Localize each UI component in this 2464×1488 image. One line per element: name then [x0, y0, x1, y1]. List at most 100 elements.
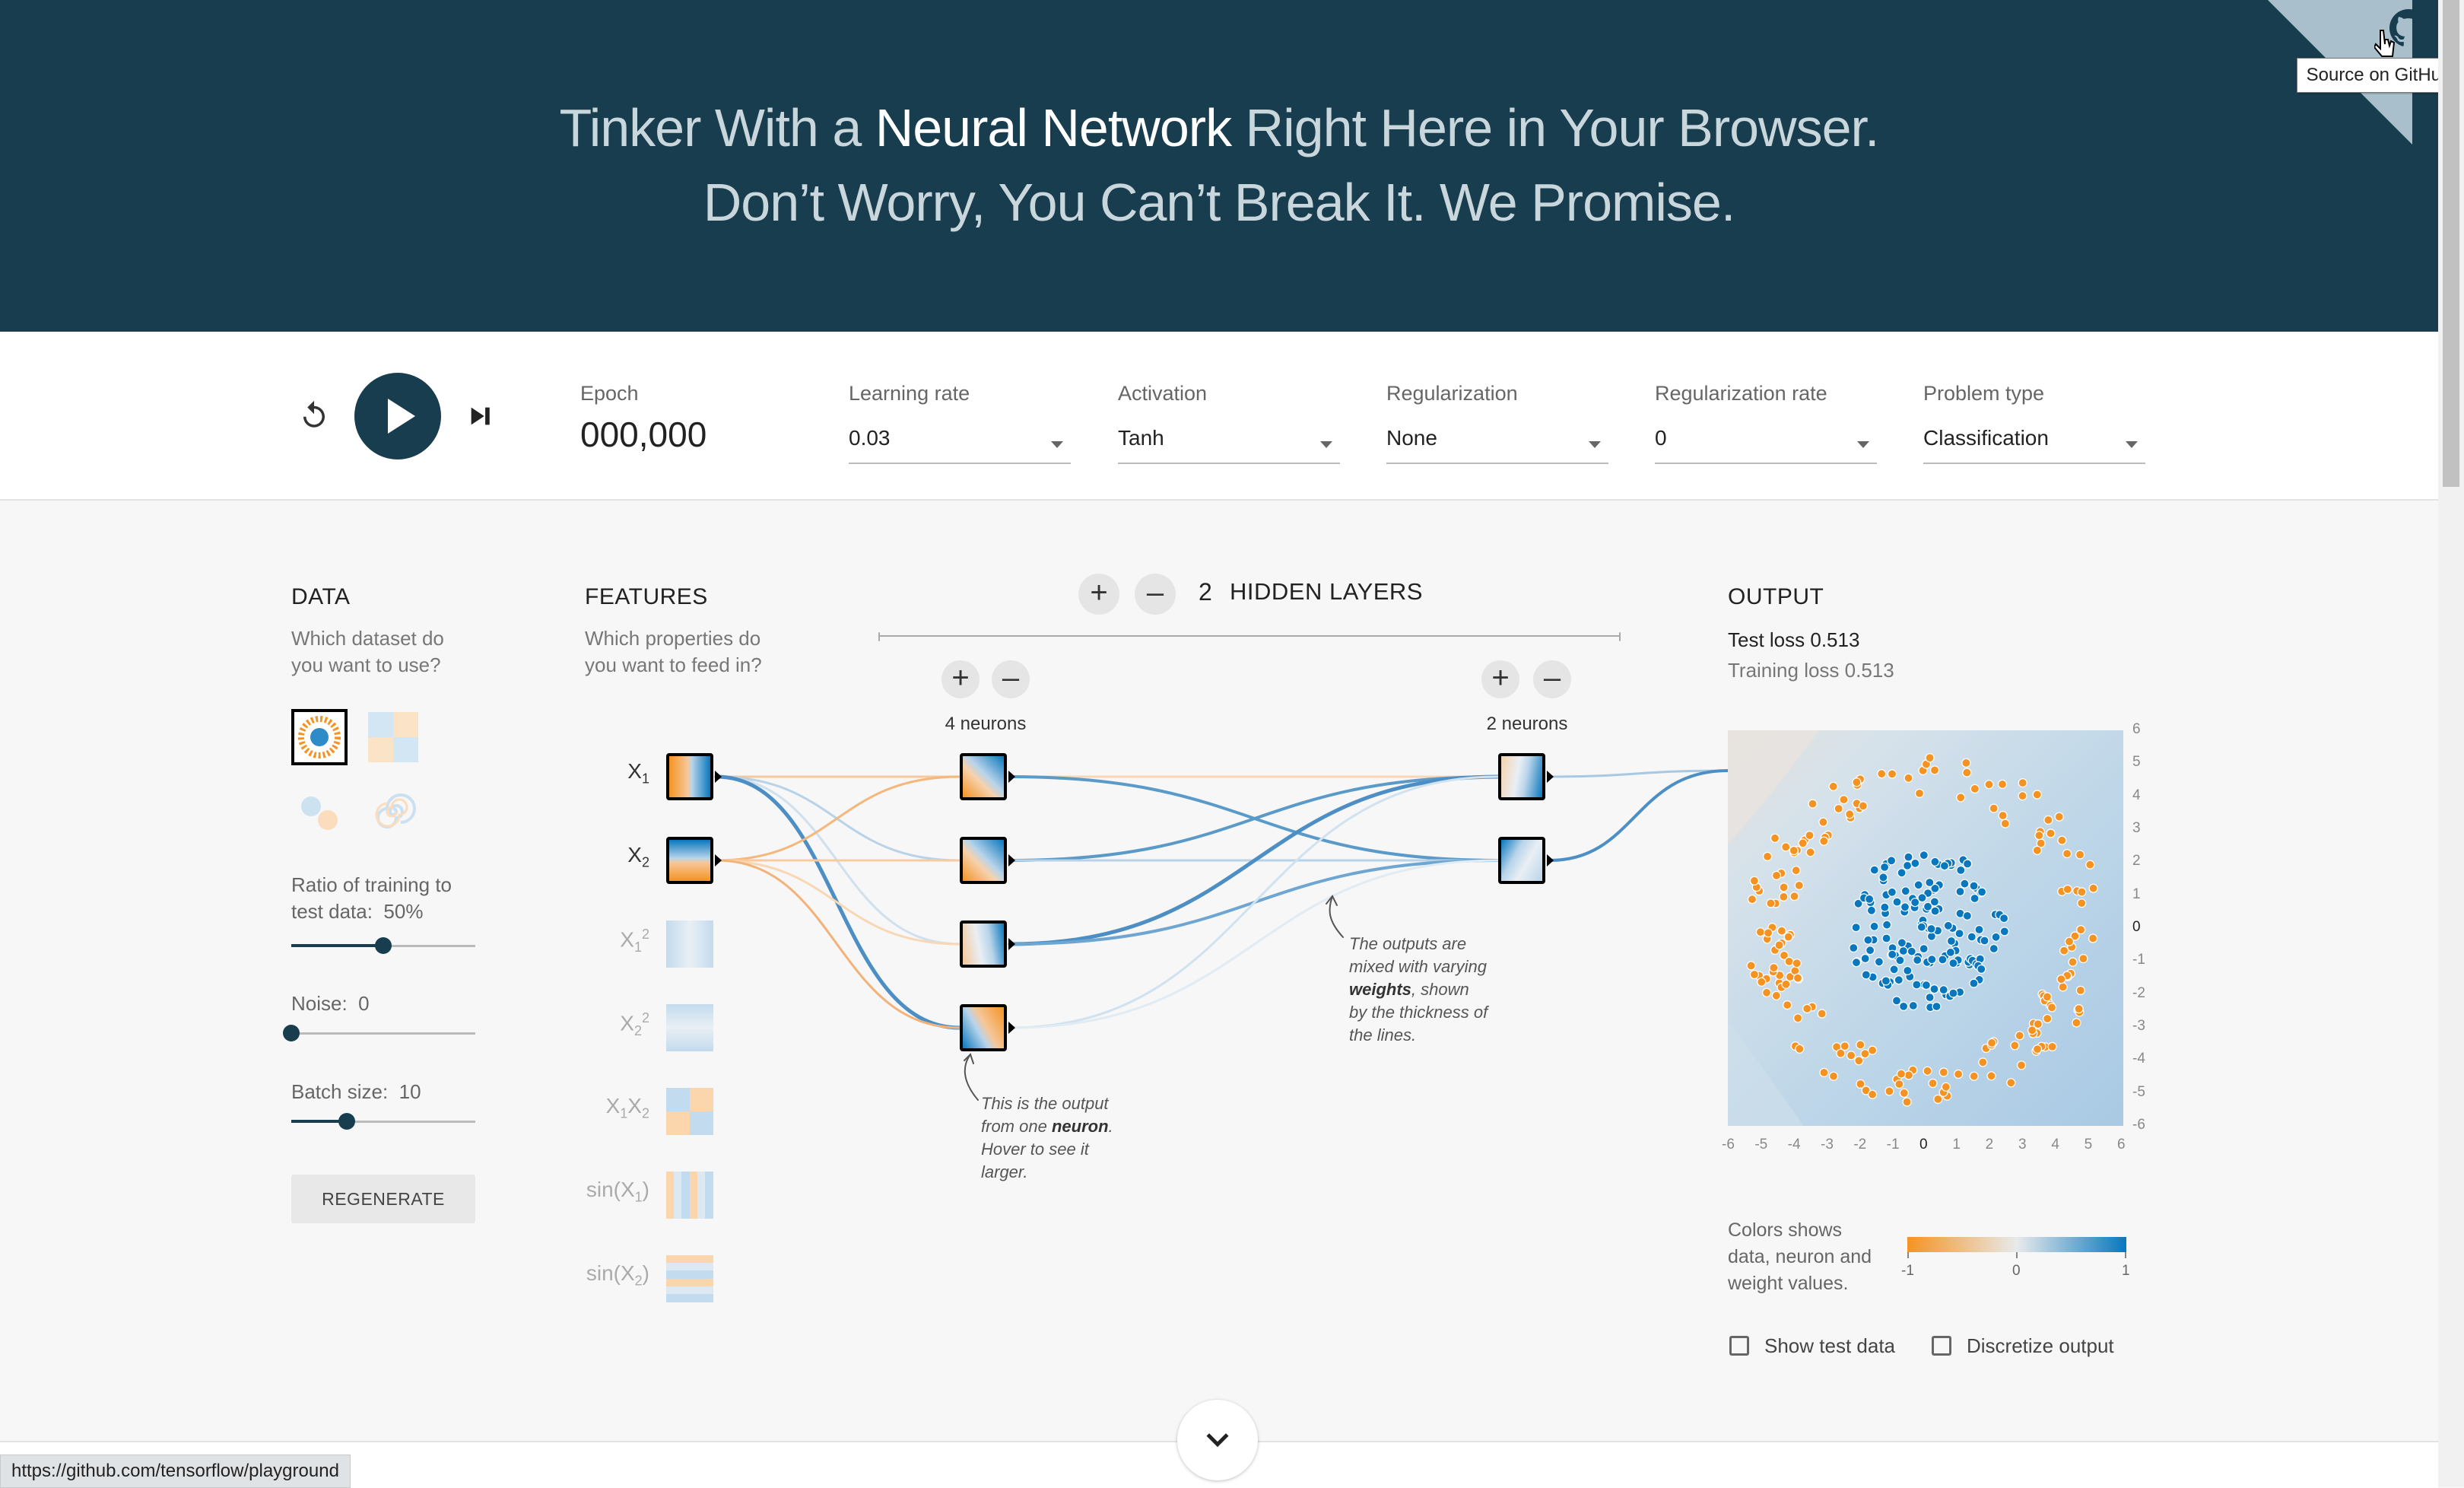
data-point	[1792, 959, 1802, 968]
y-axis-tick: 0	[2132, 919, 2141, 935]
data-point	[1925, 877, 1935, 888]
data-point	[2046, 1003, 2057, 1013]
data-point	[1828, 1071, 1839, 1081]
data-point	[1914, 788, 1925, 799]
layer2-neuron-1[interactable]	[1498, 753, 1545, 800]
feature-x1-node[interactable]	[666, 753, 713, 800]
data-point	[1795, 1044, 1805, 1054]
data-point	[1980, 936, 1989, 946]
feature-sin-x2-node[interactable]	[666, 1255, 713, 1302]
x-axis-tick: 0	[1919, 1137, 1928, 1153]
data-point	[1861, 970, 1871, 980]
feature-x2-squared-node[interactable]	[666, 1004, 713, 1051]
data-point	[1916, 922, 1926, 932]
legend-tick-mark	[2125, 1252, 2126, 1258]
data-point	[2033, 1019, 2043, 1029]
data-point	[1977, 964, 1986, 974]
data-point	[1999, 927, 2009, 936]
data-point	[1858, 801, 1868, 811]
data-point	[2042, 992, 2053, 1002]
data-point	[1961, 758, 1971, 768]
data-point	[1954, 1069, 1964, 1079]
show-test-data-checkbox[interactable]	[1729, 1336, 1749, 1356]
data-point	[2057, 835, 2067, 845]
discretize-output-checkbox[interactable]	[1932, 1336, 1951, 1356]
data-point	[1919, 944, 1929, 954]
y-axis-tick: 4	[2132, 787, 2141, 803]
data-point	[1781, 979, 1791, 989]
data-point	[1849, 943, 1859, 953]
data-point	[1840, 1041, 1850, 1051]
layer1-neuron-4[interactable]	[960, 1004, 1007, 1051]
data-point	[1962, 911, 1972, 920]
data-point	[1779, 882, 1789, 892]
feature-x1-squared-node[interactable]	[666, 920, 713, 968]
data-point	[1989, 943, 1999, 954]
feature-x1x2-node[interactable]	[666, 1088, 713, 1135]
scrollbar-thumb[interactable]	[2443, 0, 2459, 487]
data-point	[1932, 1001, 1942, 1012]
output-decision-plot[interactable]	[1728, 730, 2123, 1126]
data-point	[1900, 886, 1910, 896]
data-point	[1792, 973, 1803, 983]
data-point	[1986, 1071, 1996, 1081]
data-point	[1941, 1082, 1951, 1092]
layer2-neuron-2[interactable]	[1498, 837, 1545, 884]
data-point	[1887, 887, 1897, 897]
layer2-add-neuron-button[interactable]: +	[1481, 660, 1519, 698]
data-point	[1868, 1089, 1878, 1099]
y-axis-tick: 5	[2132, 754, 2141, 771]
data-point	[2006, 1078, 2016, 1088]
remove-layer-button[interactable]: –	[1135, 574, 1176, 615]
data-point	[1869, 865, 1879, 875]
data-point	[1891, 996, 1902, 1006]
layer2-remove-neuron-button[interactable]: –	[1533, 660, 1571, 698]
data-point	[1987, 1038, 1997, 1048]
color-legend-text: Colors shows data, neuron and weight value…	[1728, 1219, 1872, 1294]
data-point	[1881, 933, 1891, 943]
x-axis-tick: -5	[1754, 1137, 1768, 1153]
x-axis-tick: -3	[1821, 1137, 1834, 1153]
layer1-add-neuron-button[interactable]: +	[941, 660, 980, 698]
feature-sin-x1-node[interactable]	[666, 1172, 713, 1219]
layer1-neuron-4-arrow	[1008, 1022, 1015, 1034]
layer1-neuron-1[interactable]	[960, 753, 1007, 800]
data-point	[2043, 1013, 2053, 1024]
discretize-output-label[interactable]: Discretize output	[1967, 1334, 2114, 1358]
data-point	[1863, 935, 1873, 945]
data-point	[1955, 886, 1965, 897]
data-point	[1771, 870, 1782, 880]
data-point	[1970, 784, 1980, 794]
layer1-neuron-3[interactable]	[960, 920, 1007, 968]
data-point	[1938, 985, 1948, 995]
data-point	[1798, 838, 1808, 848]
browser-status-url: https://github.com/tensorflow/playground	[0, 1455, 351, 1488]
data-point	[2018, 777, 2027, 788]
data-point	[1894, 975, 1904, 985]
show-test-data-label[interactable]: Show test data	[1764, 1334, 1895, 1358]
data-point	[1997, 779, 2008, 790]
add-layer-button[interactable]: +	[1078, 574, 1119, 615]
weights-annotation: The outputs are mixed with varying weights…	[1349, 934, 1488, 1044]
scroll-down-button[interactable]	[1177, 1400, 1258, 1480]
data-point	[1925, 753, 1935, 763]
data-point	[1910, 898, 1920, 908]
data-point	[1912, 980, 1922, 990]
legend-tick-max: 1	[2122, 1263, 2130, 1279]
data-point	[1925, 993, 1935, 1003]
data-point	[2000, 819, 2010, 828]
x-axis-tick: -4	[1787, 1137, 1801, 1153]
data-point	[1960, 879, 1970, 889]
data-point	[1877, 769, 1887, 779]
feature-x2-squared-label: X22	[620, 1010, 649, 1038]
data-point	[1897, 868, 1907, 878]
feature-x2-node[interactable]	[666, 837, 713, 884]
data-point	[1889, 965, 1899, 975]
layer1-remove-neuron-button[interactable]: –	[992, 660, 1030, 698]
layer1-neuron-2[interactable]	[960, 837, 1007, 884]
layer2-neuron-2-arrow	[1547, 854, 1554, 866]
y-axis-tick: -4	[2132, 1051, 2145, 1067]
data-point	[1977, 887, 1987, 897]
data-point	[1763, 928, 1773, 938]
layer1-neuron-1-arrow	[1008, 771, 1015, 783]
